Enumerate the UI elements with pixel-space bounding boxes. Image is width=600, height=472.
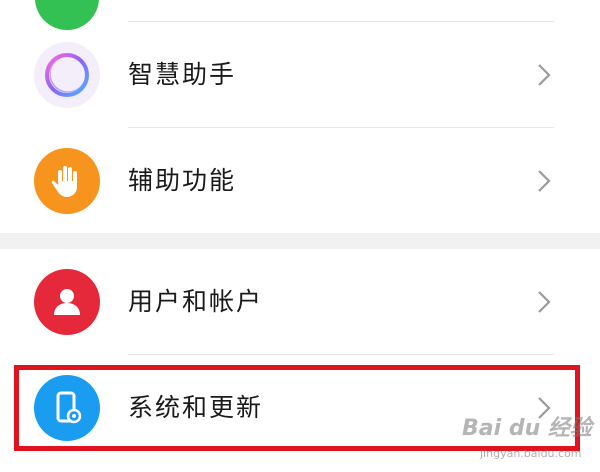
settings-item-label: 辅助功能: [128, 166, 237, 195]
assistant-ring-icon: [34, 42, 100, 108]
user-icon: [34, 269, 100, 335]
chevron-right-icon: [538, 291, 551, 313]
hand-icon: [34, 148, 100, 214]
chevron-right-icon: [538, 170, 551, 192]
watermark-url: jingyan.baidu.com: [480, 447, 582, 460]
settings-item-label: 智慧助手: [128, 60, 237, 89]
settings-screen: 智慧助手 辅助功能 用户和帐户 系统和更新 Bai du 经验 jingyan.…: [0, 0, 600, 472]
settings-item-label: 用户和帐户: [128, 287, 264, 316]
settings-item-users-accounts[interactable]: 用户和帐户: [0, 248, 600, 354]
chevron-right-icon: [538, 64, 551, 86]
settings-item-accessibility[interactable]: 辅助功能: [0, 127, 600, 233]
watermark-logo: Bai du 经验: [462, 416, 592, 441]
section-separator: [0, 233, 600, 249]
settings-item-smart-assistant[interactable]: 智慧助手: [0, 21, 600, 127]
